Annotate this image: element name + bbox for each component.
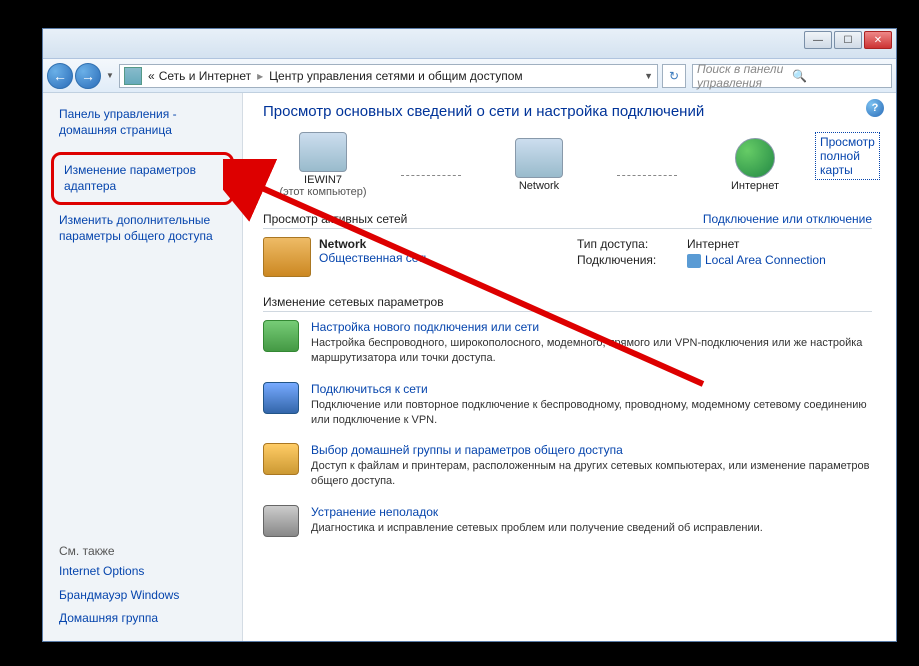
sidebar-firewall-link[interactable]: Брандмауэр Windows [43,584,242,608]
topology-node-sublabel: (этот компьютер) [263,186,383,198]
topology-network: Network [479,138,599,192]
computer-icon [299,132,347,172]
breadcrumb-parent[interactable]: Сеть и Интернет [157,69,253,83]
network-type-link[interactable]: Общественная сеть [319,251,430,265]
view-full-map-link[interactable]: Просмотр полной карты [815,132,880,180]
sidebar-home-link[interactable]: Панель управления - домашняя страница [43,103,242,148]
main-panel: ? Просмотр основных сведений о сети и на… [243,93,896,641]
active-networks-header: Просмотр активных сетей Подключение или … [263,212,872,229]
topology-node-label: Network [479,180,599,192]
network-settings-header: Изменение сетевых параметров [263,295,872,312]
connect-network-icon [263,382,299,414]
section-title: Изменение сетевых параметров [263,295,444,309]
homegroup-sharing-link[interactable]: Выбор домашней группы и параметров общег… [311,443,872,457]
page-title: Просмотр основных сведений о сети и наст… [263,103,872,120]
setup-new-connection-item: Настройка нового подключения или сети На… [263,320,872,366]
sidebar: Панель управления - домашняя страница Из… [43,93,243,641]
access-type-value: Интернет [687,237,739,251]
sidebar-homegroup-link[interactable]: Домашняя группа [43,607,242,631]
back-button[interactable]: ← [47,63,73,89]
topology-connector [401,175,461,176]
address-bar[interactable]: « Сеть и Интернет ▸ Центр управления сет… [119,64,658,88]
address-dropdown-icon[interactable]: ▼ [644,71,653,81]
navbar: ← → ▼ « Сеть и Интернет ▸ Центр управлен… [43,59,896,93]
connect-to-network-item: Подключиться к сети Подключение или повт… [263,382,872,428]
topology-connector [617,175,677,176]
setting-description: Подключение или повторное подключение к … [311,398,872,428]
setup-connection-icon [263,320,299,352]
sidebar-internet-options-link[interactable]: Internet Options [43,560,242,584]
sidebar-advanced-sharing-link[interactable]: Изменить дополнительные параметры общего… [43,209,242,248]
topology-internet: Интернет [695,138,815,192]
location-icon [124,67,142,85]
topology-this-computer: IEWIN7 (этот компьютер) [263,132,383,198]
public-network-icon [263,237,311,277]
breadcrumb-current[interactable]: Центр управления сетями и общим доступом [267,69,525,83]
refresh-button[interactable]: ↻ [662,64,686,88]
maximize-button[interactable]: ☐ [834,31,862,49]
search-placeholder: Поиск в панели управления [697,62,792,90]
setting-description: Доступ к файлам и принтерам, расположенн… [311,459,872,489]
help-icon[interactable]: ? [866,99,884,117]
topology-node-label: Интернет [695,180,815,192]
breadcrumb-prefix: « [146,69,157,83]
topology-node-label: IEWIN7 [263,174,383,186]
troubleshoot-link[interactable]: Устранение неполадок [311,505,763,519]
search-input[interactable]: Поиск в панели управления 🔍 [692,64,892,88]
search-icon[interactable]: 🔍 [792,69,887,83]
see-also-label: См. также [43,540,242,560]
troubleshoot-icon [263,505,299,537]
troubleshoot-item: Устранение неполадок Диагностика и испра… [263,505,872,537]
globe-icon [735,138,775,178]
setup-new-connection-link[interactable]: Настройка нового подключения или сети [311,320,872,334]
connection-link[interactable]: Local Area Connection [705,253,826,267]
section-title: Просмотр активных сетей [263,212,407,226]
breadcrumb-separator: ▸ [253,69,267,83]
connection-icon [687,254,701,268]
connect-to-network-link[interactable]: Подключиться к сети [311,382,872,396]
network-name: Network [319,237,430,251]
settings-list: Настройка нового подключения или сети На… [263,320,872,537]
network-icon [515,138,563,178]
homegroup-icon [263,443,299,475]
setting-description: Настройка беспроводного, широкополосного… [311,336,872,366]
history-dropdown[interactable]: ▼ [103,66,117,86]
minimize-button[interactable]: — [804,31,832,49]
window-body: Панель управления - домашняя страница Из… [43,93,896,641]
setting-description: Диагностика и исправление сетевых пробле… [311,521,763,536]
access-type-label: Тип доступа: [577,237,687,251]
homegroup-sharing-item: Выбор домашней группы и параметров общег… [263,443,872,489]
active-network-row: Network Общественная сеть Тип доступа: И… [263,237,872,277]
forward-button[interactable]: → [75,63,101,89]
connect-disconnect-link[interactable]: Подключение или отключение [703,212,872,226]
titlebar: — ☐ ✕ [43,29,896,59]
control-panel-window: — ☐ ✕ ← → ▼ « Сеть и Интернет ▸ Центр уп… [42,28,897,642]
connections-label: Подключения: [577,253,687,268]
sidebar-adapter-settings-link[interactable]: Изменение параметров адаптера [51,152,234,205]
network-topology: IEWIN7 (этот компьютер) Network Интернет… [263,132,872,198]
close-button[interactable]: ✕ [864,31,892,49]
